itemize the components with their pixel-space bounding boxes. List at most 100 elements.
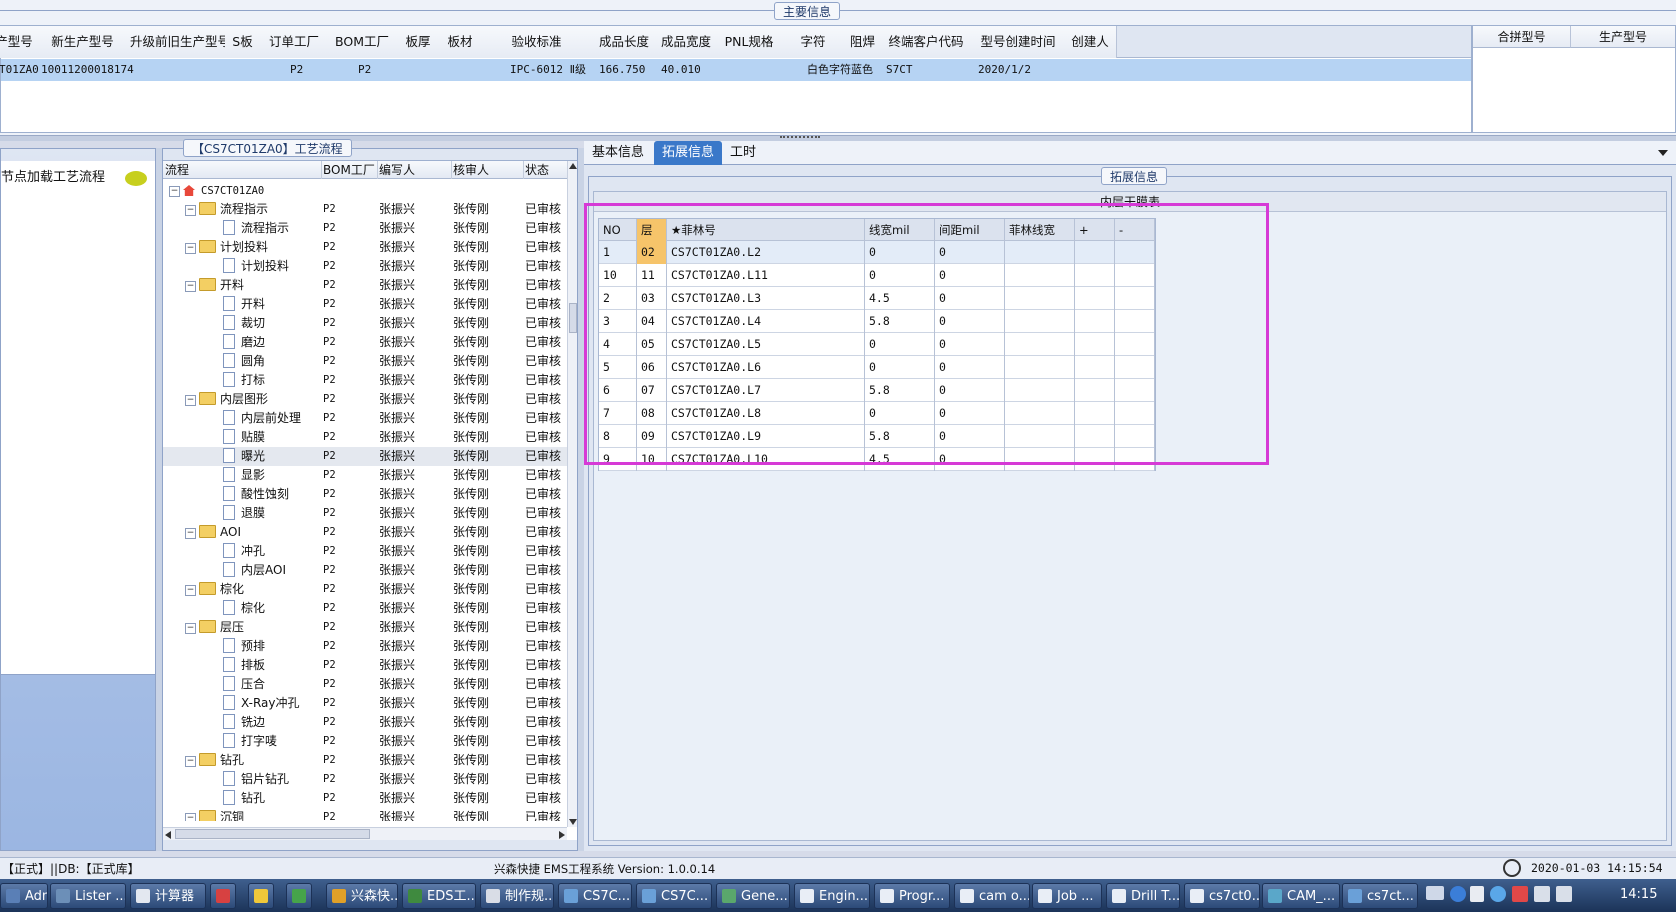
- process-tree-body[interactable]: − CS7CT01ZA0− 流程指示 P2 张振兴 张传刚 已审核 流程指示 P2 张振兴 张传刚已…: [163, 181, 567, 821]
- tree-row[interactable]: − 层压 P2 张振兴 张传刚 已审核: [163, 618, 567, 637]
- tree-row[interactable]: − 棕化 P2 张振兴 张传刚 已审核: [163, 580, 567, 599]
- scroll-right-arrow-icon[interactable]: [559, 831, 565, 839]
- taskbar-item[interactable]: Lister ...: [50, 883, 126, 909]
- tree-row[interactable]: 酸性蚀刻 P2 张振兴 张传刚 已审核: [163, 485, 567, 504]
- main-info-column-header[interactable]: 终端客户代码: [880, 26, 973, 58]
- tree-row[interactable]: 贴膜 P2 张振兴 张传刚 已审核: [163, 428, 567, 447]
- tree-column-header[interactable]: 状态: [525, 161, 568, 179]
- collapse-toggle-icon[interactable]: −: [185, 623, 196, 634]
- taskbar-item[interactable]: 制作规...: [480, 883, 554, 909]
- tree-row[interactable]: 打标 P2 张振兴 张传刚 已审核: [163, 371, 567, 390]
- action-center-icon[interactable]: [1512, 886, 1528, 902]
- scroll-up-arrow-icon[interactable]: [569, 163, 577, 169]
- tree-row[interactable]: − AOI P2 张振兴 张传刚 已审核: [163, 523, 567, 542]
- scroll-down-arrow-icon[interactable]: [569, 819, 577, 825]
- taskbar-item[interactable]: Engin...: [794, 883, 870, 909]
- tree-column-header[interactable]: 编写人: [379, 161, 452, 179]
- tree-row[interactable]: − 沉铜 P2 张振兴 张传刚 已审核: [163, 808, 567, 821]
- tab-dropdown-icon[interactable]: [1658, 150, 1668, 156]
- tree-horizontal-scrollbar[interactable]: [163, 827, 567, 840]
- tree-row[interactable]: 显影 P2 张振兴 张传刚 已审核: [163, 466, 567, 485]
- main-info-column-header[interactable]: 新生产型号: [35, 26, 131, 58]
- tray-expand-icon[interactable]: [1470, 886, 1484, 902]
- process-tree-grid[interactable]: 流程 BOM工厂 编写人 核审人 状态 − CS7CT01ZA0− 流程指示 P2 张振兴 张传刚…: [163, 160, 577, 840]
- main-info-column-header[interactable]: 阻焊: [845, 26, 881, 58]
- tree-row[interactable]: − 开料 P2 张振兴 张传刚 已审核: [163, 276, 567, 295]
- tree-row[interactable]: 排板 P2 张振兴 张传刚 已审核: [163, 656, 567, 675]
- h-scroll-thumb[interactable]: [175, 829, 370, 839]
- collapse-toggle-icon[interactable]: −: [185, 528, 196, 539]
- tree-row[interactable]: 磨边 P2 张振兴 张传刚 已审核: [163, 333, 567, 352]
- tree-vertical-scrollbar[interactable]: [567, 161, 577, 827]
- taskbar-item[interactable]: 计算器: [130, 883, 206, 909]
- main-info-column-header[interactable]: 产型号: [0, 26, 36, 58]
- tree-row[interactable]: 压合 P2 张振兴 张传刚 已审核: [163, 675, 567, 694]
- collapse-toggle-icon[interactable]: −: [185, 585, 196, 596]
- taskbar-item[interactable]: 兴森快...: [326, 883, 398, 909]
- tree-row[interactable]: − CS7CT01ZA0: [163, 181, 567, 200]
- tree-row[interactable]: − 计划投料 P2 张振兴 张传刚 已审核: [163, 238, 567, 257]
- tree-row[interactable]: 流程指示 P2 张振兴 张传刚 已审核: [163, 219, 567, 238]
- taskbar-item[interactable]: cam o...: [954, 883, 1030, 909]
- main-info-column-header[interactable]: 成品宽度: [655, 26, 718, 58]
- tab-basic-info[interactable]: 基本信息: [584, 141, 652, 165]
- tab-work-hours[interactable]: 工时: [722, 141, 764, 165]
- main-info-column-header[interactable]: 板材: [440, 26, 481, 58]
- help-icon[interactable]: [1450, 886, 1466, 902]
- collapse-toggle-icon[interactable]: −: [185, 756, 196, 767]
- main-info-grid[interactable]: 产型号新生产型号升级前旧生产型号S板订单工厂BOM工厂板厚板材验收标准成品长度成…: [0, 25, 1472, 133]
- main-info-column-header[interactable]: 订单工厂: [260, 26, 329, 58]
- main-info-column-header[interactable]: 创建人: [1064, 26, 1117, 58]
- tree-row[interactable]: − 流程指示 P2 张振兴 张传刚 已审核: [163, 200, 567, 219]
- tree-row[interactable]: 打字唛 P2 张振兴 张传刚 已审核: [163, 732, 567, 751]
- tree-row[interactable]: 内层AOI P2 张振兴 张传刚 已审核: [163, 561, 567, 580]
- taskbar-item[interactable]: [248, 883, 274, 909]
- tree-row[interactable]: 退膜 P2 张振兴 张传刚 已审核: [163, 504, 567, 523]
- taskbar-item[interactable]: Gene...: [716, 883, 790, 909]
- collapse-toggle-icon[interactable]: −: [185, 395, 196, 406]
- main-info-column-header[interactable]: 升级前旧生产型号: [130, 26, 226, 58]
- taskbar-item[interactable]: CS7C...: [558, 883, 632, 909]
- collapse-toggle-icon[interactable]: −: [185, 813, 196, 821]
- tree-row[interactable]: − 钻孔 P2 张振兴 张传刚 已审核: [163, 751, 567, 770]
- tree-column-header[interactable]: 流程: [165, 161, 322, 179]
- tree-row[interactable]: 内层前处理 P2 张振兴 张传刚 已审核: [163, 409, 567, 428]
- tree-row[interactable]: X-Ray冲孔 P2 张振兴 张传刚 已审核: [163, 694, 567, 713]
- taskbar-item[interactable]: [286, 883, 312, 909]
- taskbar-item[interactable]: cs7ct...: [1342, 883, 1418, 909]
- tree-row[interactable]: 曝光 P2 张振兴 张传刚 已审核: [163, 447, 567, 466]
- tree-row[interactable]: 预排 P2 张振兴 张传刚 已审核: [163, 637, 567, 656]
- taskbar-item[interactable]: Job ...: [1032, 883, 1102, 909]
- taskbar-clock[interactable]: 14:15: [1620, 887, 1657, 902]
- taskbar-item[interactable]: Admi...: [0, 883, 48, 909]
- keyboard-icon[interactable]: [1426, 886, 1444, 900]
- volume-icon[interactable]: [1556, 886, 1572, 902]
- taskbar-item[interactable]: CS7C...: [636, 883, 712, 909]
- main-info-column-header[interactable]: 型号创建时间: [972, 26, 1065, 58]
- taskbar-item[interactable]: [210, 883, 236, 909]
- tree-row[interactable]: 裁切 P2 张振兴 张传刚 已审核: [163, 314, 567, 333]
- tree-row[interactable]: − 内层图形 P2 张振兴 张传刚 已审核: [163, 390, 567, 409]
- taskbar-item[interactable]: Drill T...: [1106, 883, 1180, 909]
- collapse-toggle-icon[interactable]: −: [185, 205, 196, 216]
- taskbar-item[interactable]: EDS工...: [402, 883, 476, 909]
- monitor-icon[interactable]: [1534, 886, 1550, 902]
- collapse-toggle-icon[interactable]: −: [185, 243, 196, 254]
- main-info-column-header[interactable]: PNL规格: [717, 26, 782, 58]
- load-process-item[interactable]: 节点加载工艺流程: [1, 167, 155, 189]
- network-status-icon[interactable]: [1490, 886, 1506, 902]
- tree-row[interactable]: 圆角 P2 张振兴 张传刚 已审核: [163, 352, 567, 371]
- tree-row[interactable]: 计划投料 P2 张振兴 张传刚 已审核: [163, 257, 567, 276]
- collapse-toggle-icon[interactable]: −: [185, 281, 196, 292]
- merge-model-grid[interactable]: 合拼型号 生产型号: [1472, 25, 1676, 133]
- tree-row[interactable]: 铝片钻孔 P2 张振兴 张传刚 已审核: [163, 770, 567, 789]
- tree-row[interactable]: 冲孔 P2 张振兴 张传刚 已审核: [163, 542, 567, 561]
- collapse-toggle-icon[interactable]: −: [169, 186, 180, 197]
- taskbar-item[interactable]: Progr...: [874, 883, 950, 909]
- tree-row[interactable]: 开料 P2 张振兴 张传刚 已审核: [163, 295, 567, 314]
- tab-extended-info[interactable]: 拓展信息: [654, 141, 723, 165]
- scroll-thumb[interactable]: [569, 303, 577, 333]
- main-info-column-header[interactable]: 验收标准: [480, 26, 594, 58]
- scroll-left-arrow-icon[interactable]: [165, 831, 171, 839]
- tree-row[interactable]: 钻孔 P2 张振兴 张传刚 已审核: [163, 789, 567, 808]
